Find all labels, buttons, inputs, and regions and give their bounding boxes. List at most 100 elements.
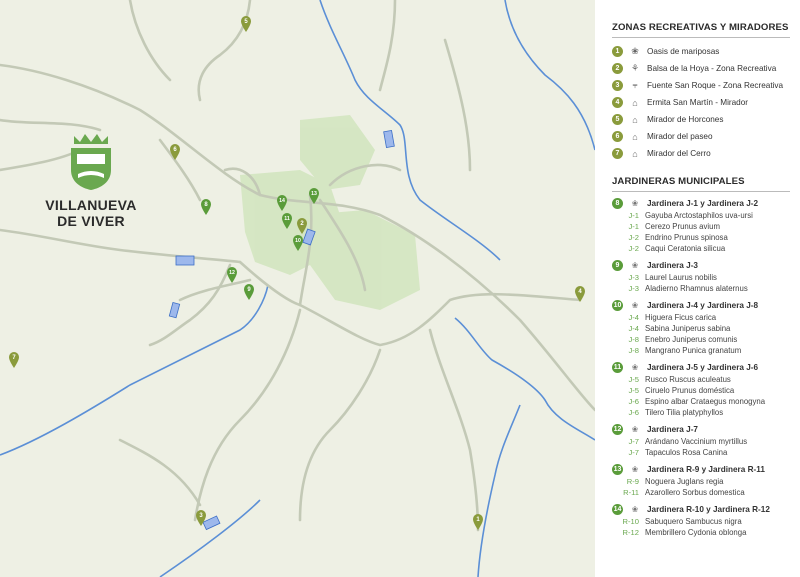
plant-item: J-8 Enebro Juniperus comunis (612, 334, 790, 345)
plant-name: Sabina Juniperus sabina (645, 324, 731, 333)
plant-item: J-1 Cerezo Prunus avium (612, 221, 790, 232)
flower-icon: ❀ (631, 199, 639, 208)
plant-name: Mangrano Punica granatum (645, 346, 742, 355)
plant-item: J-4 Sabina Juniperus sabina (612, 323, 790, 334)
flower-icon: ❀ (631, 363, 639, 372)
plant-item: J-3 Aladierno Rhamnus alaternus (612, 283, 790, 294)
viewpoint-icon: ⌂ (632, 131, 638, 142)
jardinera-title: Jardinera J-7 (647, 425, 698, 434)
chapel-icon: ⌂ (632, 97, 638, 108)
jardinera-number: 12 (612, 424, 623, 435)
jardinera-title: Jardinera J-5 y Jardinera J-6 (647, 363, 759, 372)
flower-icon: ❀ (631, 425, 639, 434)
plant-item: R-12 Membrillero Cydonia oblonga (612, 527, 790, 538)
plant-name: Ciruelo Prunus doméstica (645, 386, 735, 395)
plant-item: J-2 Caqui Ceratonia silicua (612, 243, 790, 254)
zone-label: Mirador del Cerro (647, 149, 711, 158)
zone-number: 4 (612, 97, 623, 108)
plant-code: R-12 (622, 528, 639, 537)
jardinera-group: 8 ❀ Jardinera J-1 y Jardinera J-2 J-1 Gayuba… (612, 197, 790, 254)
jardinera-group: 14 ❀ Jardinera R-10 y Jardinera R-12 R-10 Sa… (612, 503, 790, 538)
flower-icon: ❀ (631, 261, 639, 270)
jardinera-group: 11 ❀ Jardinera J-5 y Jardinera J-6 J-5 Rusco… (612, 361, 790, 418)
zone-item: 4 ⌂ Ermita San Martín - Mirador (612, 94, 790, 111)
jardinera-number: 13 (612, 464, 623, 475)
plant-name: Tapaculos Rosa Canina (645, 448, 728, 457)
jardinera-title: Jardinera J-3 (647, 261, 698, 270)
map-canvas[interactable]: 568131411210129 4731 (0, 0, 595, 577)
plant-name: Laurel Laurus nobilis (645, 273, 717, 282)
legend-panel: ZONAS RECREATIVAS Y MIRADORES 1 ❀ Oasis de… (595, 0, 800, 577)
plant-item: J-8 Mangrano Punica granatum (612, 345, 790, 356)
zone-item: 3 ⫧ Fuente San Roque - Zona Recreativa (612, 77, 790, 94)
zones-title: ZONAS RECREATIVAS Y MIRADORES (612, 22, 790, 38)
jardinera-group: 9 ❀ Jardinera J-3 J-3 Laurel Laurus nobilis J… (612, 259, 790, 294)
zone-item: 5 ⌂ Mirador de Horcones (612, 111, 790, 128)
plant-name: Enebro Juniperus comunis (645, 335, 738, 344)
jardinera-title: Jardinera R-9 y Jardinera R-11 (647, 465, 765, 474)
plant-code: J-5 (628, 386, 639, 395)
plant-code: R-9 (626, 477, 639, 486)
zone-number: 3 (612, 80, 623, 91)
jardinera-number: 9 (612, 260, 623, 271)
zone-number: 6 (612, 131, 623, 142)
plant-code: J-1 (628, 211, 639, 220)
plant-name: Aladierno Rhamnus alaternus (645, 284, 748, 293)
zone-item: 6 ⌂ Mirador del paseo (612, 128, 790, 145)
zone-number: 5 (612, 114, 623, 125)
plant-item: J-6 Espino albar Crataegus monogyna (612, 396, 790, 407)
plant-name: Noguera Juglans regia (645, 477, 724, 486)
jardinera-title: Jardinera J-1 y Jardinera J-2 (647, 199, 759, 208)
plant-code: J-2 (628, 244, 639, 253)
plant-item: J-7 Arándano Vaccinium myrtillus (612, 436, 790, 447)
zone-number: 7 (612, 148, 623, 159)
jardinera-group: 12 ❀ Jardinera J-7 J-7 Arándano Vaccinium my… (612, 423, 790, 458)
zone-label: Mirador de Horcones (647, 115, 724, 124)
plant-name: Espino albar Crataegus monogyna (645, 397, 766, 406)
plant-name: Arándano Vaccinium myrtillus (645, 437, 748, 446)
plant-item: J-5 Rusco Ruscus aculeatus (612, 374, 790, 385)
plant-item: R-9 Noguera Juglans regia (612, 476, 790, 487)
jardinera-number: 14 (612, 504, 623, 515)
tree-icon: ⚘ (630, 63, 640, 73)
plant-item: J-4 Higuera Ficus carica (612, 312, 790, 323)
jardinera-number: 10 (612, 300, 623, 311)
town-name-line1: VILLANUEVA (45, 197, 137, 213)
plant-code: J-6 (628, 397, 639, 406)
butterfly-icon: ❀ (631, 46, 639, 56)
jardinera-group: 13 ❀ Jardinera R-9 y Jardinera R-11 R-9 Nogu… (612, 463, 790, 498)
jardinera-number: 11 (612, 362, 623, 373)
plant-name: Endrino Prunus spinosa (645, 233, 728, 242)
plant-code: J-4 (628, 313, 639, 322)
plant-code: J-1 (628, 222, 639, 231)
plant-code: J-6 (628, 408, 639, 417)
zone-label: Balsa de la Hoya - Zona Recreativa (647, 64, 777, 73)
plant-code: J-3 (628, 284, 639, 293)
pin-label: 12 (229, 270, 235, 276)
town-logo: VILLANUEVA DE VIVER (36, 130, 146, 229)
zone-item: 1 ❀ Oasis de mariposas (612, 43, 790, 60)
jardinera-title: Jardinera R-10 y Jardinera R-12 (647, 505, 770, 514)
plant-item: R-10 Sabuquero Sambucus nigra (612, 516, 790, 527)
plant-name: Tilero Tilia platyphyllos (645, 408, 724, 417)
plant-item: J-1 Gayuba Arctostaphilos uva-ursi (612, 210, 790, 221)
plant-name: Gayuba Arctostaphilos uva-ursi (645, 211, 753, 220)
plant-name: Azarollero Sorbus domestica (645, 488, 745, 497)
viewpoint-icon: ⌂ (632, 114, 638, 125)
plant-code: J-5 (628, 375, 639, 384)
pin-label: 13 (311, 191, 317, 197)
zone-label: Oasis de mariposas (647, 47, 720, 56)
zone-label: Mirador del paseo (647, 132, 713, 141)
plant-name: Rusco Ruscus aculeatus (645, 375, 731, 384)
zone-number: 1 (612, 46, 623, 57)
zone-item: 2 ⚘ Balsa de la Hoya - Zona Recreativa (612, 60, 790, 77)
flower-icon: ❀ (631, 465, 639, 474)
plant-code: R-10 (622, 517, 639, 526)
plant-name: Higuera Ficus carica (645, 313, 717, 322)
plant-item: J-5 Ciruelo Prunus doméstica (612, 385, 790, 396)
plant-code: J-8 (628, 346, 639, 355)
plant-item: J-7 Tapaculos Rosa Canina (612, 447, 790, 458)
pin-label: 14 (279, 198, 285, 204)
fountain-icon: ⫧ (632, 80, 638, 90)
plant-code: J-7 (628, 437, 639, 446)
